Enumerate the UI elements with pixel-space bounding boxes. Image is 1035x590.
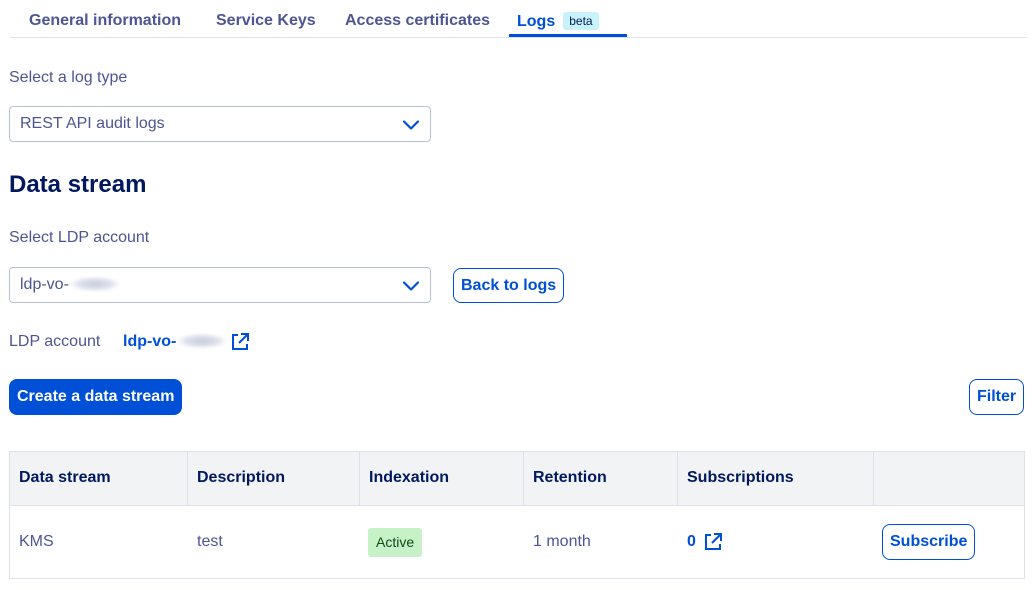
external-link-icon[interactable] (230, 332, 250, 352)
ldp-account-selected-value: ldp-vo- (20, 276, 119, 294)
column-header-subscriptions: Subscriptions (687, 469, 794, 486)
cell-retention: 1 month (533, 533, 591, 550)
table-row: KMS test Active 1 month 0 Subscribe (10, 506, 1024, 579)
chevron-down-icon (402, 281, 420, 291)
external-link-icon[interactable] (703, 532, 723, 552)
tab-bar: General information Service Keys Access … (10, 0, 1027, 38)
ldp-account-selected-prefix: ldp-vo- (20, 276, 69, 293)
subscriptions-count-link[interactable]: 0 (687, 533, 696, 551)
table-header: Data stream Description Indexation Reten… (10, 452, 1024, 506)
beta-badge: beta (563, 12, 599, 30)
data-stream-table: Data stream Description Indexation Reten… (9, 451, 1025, 579)
column-header-retention: Retention (533, 469, 607, 486)
page-title: Data stream (9, 171, 147, 198)
column-header-indexation: Indexation (369, 469, 450, 486)
column-header-data-stream: Data stream (19, 469, 111, 486)
tab-service-keys[interactable]: Service Keys (216, 12, 316, 30)
tab-access-certificates[interactable]: Access certificates (345, 12, 490, 30)
ldp-account-link[interactable]: ldp-vo- (123, 333, 227, 351)
redacted-text (70, 277, 119, 291)
column-divider (359, 452, 360, 506)
ldp-select-label: Select LDP account (9, 229, 150, 246)
back-to-logs-button[interactable]: Back to logs (453, 268, 565, 303)
log-type-selected-value: REST API audit logs (20, 115, 165, 132)
column-divider (187, 452, 188, 506)
subscribe-button[interactable]: Subscribe (882, 524, 976, 560)
column-divider (873, 452, 874, 506)
tab-logs[interactable]: Logs beta (517, 12, 599, 31)
cell-description: test (197, 533, 223, 550)
status-badge: Active (368, 528, 423, 557)
chevron-down-icon (402, 120, 420, 130)
ldp-account-select[interactable]: ldp-vo- (9, 267, 431, 303)
log-type-label: Select a log type (9, 69, 128, 86)
log-type-select[interactable]: REST API audit logs (9, 106, 431, 142)
column-divider (523, 452, 524, 506)
ldp-account-label: LDP account (9, 333, 101, 350)
column-divider (677, 452, 678, 506)
tab-logs-label: Logs (517, 13, 556, 30)
tab-general-information[interactable]: General information (29, 12, 181, 30)
active-tab-indicator (509, 34, 627, 37)
column-header-description: Description (197, 469, 286, 486)
create-data-stream-button[interactable]: Create a data stream (9, 379, 183, 415)
filter-button[interactable]: Filter (969, 379, 1025, 415)
ldp-account-link-prefix: ldp-vo- (123, 333, 177, 350)
redacted-text (178, 334, 227, 348)
cell-data-stream: KMS (19, 533, 54, 550)
